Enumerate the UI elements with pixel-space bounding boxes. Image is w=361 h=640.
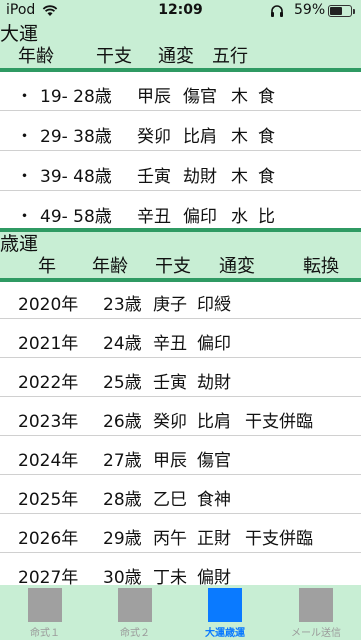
battery-icon xyxy=(328,5,355,17)
daiun-kanshi: 癸卯 xyxy=(137,127,171,147)
row-bullet: ・ xyxy=(16,207,33,227)
daiun-age: 39- 48歳 xyxy=(40,167,112,187)
saiun-age: 23歳 xyxy=(103,295,142,315)
saiun-kanshi: 乙巳 xyxy=(153,490,187,510)
tab-label: 大運歳運 xyxy=(205,628,245,639)
saiun-tenkan: 干支併臨 xyxy=(245,529,313,549)
daiun-col-tsuhen: 通変 xyxy=(158,46,194,67)
tab-send-mail[interactable]: メール送信 xyxy=(271,585,361,640)
saiun-row[interactable]: 2020年 23歳 庚子 印綬 xyxy=(0,280,361,319)
meishiki-1-tab-icon xyxy=(28,588,62,622)
saiun-year: 2020年 xyxy=(18,295,79,315)
saiun-age: 25歳 xyxy=(103,373,142,393)
saiun-year: 2021年 xyxy=(18,334,79,354)
saiun-kanshi: 辛丑 xyxy=(153,334,187,354)
saiun-col-tenkan: 転換 xyxy=(303,256,339,277)
daiun-col-kanshi: 干支 xyxy=(96,46,132,67)
daiun-kanshi: 辛丑 xyxy=(137,207,171,227)
tab-label: メール送信 xyxy=(291,628,341,639)
meishiki-2-tab-icon xyxy=(118,588,152,622)
saiun-year: 2022年 xyxy=(18,373,79,393)
daiun-tsuhen: 比肩 xyxy=(183,127,217,147)
saiun-kanshi: 癸卯 xyxy=(153,412,187,432)
saiun-age: 28歳 xyxy=(103,490,142,510)
saiun-tsuhen: 傷官 xyxy=(197,451,231,471)
saiun-age: 29歳 xyxy=(103,529,142,549)
daiun-age: 49- 58歳 xyxy=(40,207,112,227)
saiun-kanshi: 甲辰 xyxy=(153,451,187,471)
daiun-header: 大運 年齢 干支 通変 五行 xyxy=(0,22,361,70)
saiun-kanshi: 庚子 xyxy=(153,295,187,315)
saiun-age: 27歳 xyxy=(103,451,142,471)
daiun-gogyo-1: 木 xyxy=(231,167,248,187)
daiun-age: 29- 38歳 xyxy=(40,127,112,147)
saiun-tenkan: 干支併臨 xyxy=(245,412,313,432)
daiun-tsuhen: 劫財 xyxy=(183,167,217,187)
saiun-tsuhen: 劫財 xyxy=(197,373,231,393)
saiun-age: 24歳 xyxy=(103,334,142,354)
row-bullet: ・ xyxy=(16,167,33,187)
saiun-row[interactable]: 2022年 25歳 壬寅 劫財 xyxy=(0,358,361,397)
battery-level xyxy=(330,7,342,15)
daiun-kanshi: 壬寅 xyxy=(137,167,171,187)
daiun-row[interactable]: ・ 29- 38歳 癸卯 比肩 木 食 xyxy=(0,112,361,151)
saiun-tsuhen: 正財 xyxy=(197,529,231,549)
saiun-tsuhen: 印綬 xyxy=(197,295,231,315)
saiun-col-tsuhen: 通変 xyxy=(219,256,255,277)
saiun-col-year: 年 xyxy=(38,256,56,277)
saiun-tsuhen: 偏印 xyxy=(197,334,231,354)
battery-percent: 59% xyxy=(294,2,326,18)
row-bullet: ・ xyxy=(16,127,33,147)
daiun-gogyo-2: 比 xyxy=(258,207,275,227)
saiun-kanshi: 丙午 xyxy=(153,529,187,549)
saiun-row[interactable]: 2021年 24歳 辛丑 偏印 xyxy=(0,319,361,358)
daiun-row[interactable]: ・ 49- 58歳 辛丑 偏印 水 比 xyxy=(0,192,361,231)
tab-label: 命式２ xyxy=(120,628,150,639)
tab-bar: 命式１ 命式２ 大運歳運 メール送信 xyxy=(0,585,361,640)
saiun-row[interactable]: 2026年 29歳 丙午 正財 干支併臨 xyxy=(0,514,361,553)
saiun-col-kanshi: 干支 xyxy=(155,256,191,277)
daiun-gogyo-1: 木 xyxy=(231,127,248,147)
daiun-col-age: 年齢 xyxy=(18,46,54,67)
saiun-row[interactable]: 2023年 26歳 癸卯 比肩 干支併臨 xyxy=(0,397,361,436)
daiun-row[interactable]: ・ 19- 28歳 甲辰 傷官 木 食 xyxy=(0,72,361,111)
saiun-year: 2026年 xyxy=(18,529,79,549)
daiun-tsuhen: 傷官 xyxy=(183,87,217,107)
saiun-row[interactable]: 2025年 28歳 乙巳 食神 xyxy=(0,475,361,514)
daiun-kanshi: 甲辰 xyxy=(137,87,171,107)
daiun-tsuhen: 偏印 xyxy=(183,207,217,227)
daiun-title: 大運 xyxy=(0,23,39,45)
tab-label: 命式１ xyxy=(30,628,60,639)
tab-meishiki-2[interactable]: 命式２ xyxy=(90,585,180,640)
daiun-gogyo-2: 食 xyxy=(258,167,275,187)
status-bar: iPod 12:09 59% xyxy=(0,0,361,22)
saiun-kanshi: 壬寅 xyxy=(153,373,187,393)
daiun-gogyo-1: 木 xyxy=(231,87,248,107)
daiun-age: 19- 28歳 xyxy=(40,87,112,107)
daiun-gogyo-1: 水 xyxy=(231,207,248,227)
saiun-header: 歳運 年 年齢 干支 通変 転換 xyxy=(0,232,361,280)
daiun-row[interactable]: ・ 39- 48歳 壬寅 劫財 木 食 xyxy=(0,152,361,191)
saiun-year: 2023年 xyxy=(18,412,79,432)
saiun-age: 26歳 xyxy=(103,412,142,432)
saiun-year: 2024年 xyxy=(18,451,79,471)
tab-daiun-saiun[interactable]: 大運歳運 xyxy=(180,585,270,640)
send-mail-tab-icon xyxy=(299,588,333,622)
saiun-tsuhen: 比肩 xyxy=(197,412,231,432)
daiun-saiun-tab-icon xyxy=(208,588,242,622)
saiun-tsuhen: 食神 xyxy=(197,490,231,510)
tab-meishiki-1[interactable]: 命式１ xyxy=(0,585,90,640)
saiun-row[interactable]: 2024年 27歳 甲辰 傷官 xyxy=(0,436,361,475)
headphones-icon xyxy=(271,5,283,17)
saiun-title: 歳運 xyxy=(0,233,39,255)
saiun-year: 2025年 xyxy=(18,490,79,510)
row-bullet: ・ xyxy=(16,87,33,107)
daiun-col-gogyo: 五行 xyxy=(212,46,248,67)
daiun-gogyo-2: 食 xyxy=(258,127,275,147)
daiun-gogyo-2: 食 xyxy=(258,87,275,107)
saiun-col-age: 年齢 xyxy=(92,256,128,277)
